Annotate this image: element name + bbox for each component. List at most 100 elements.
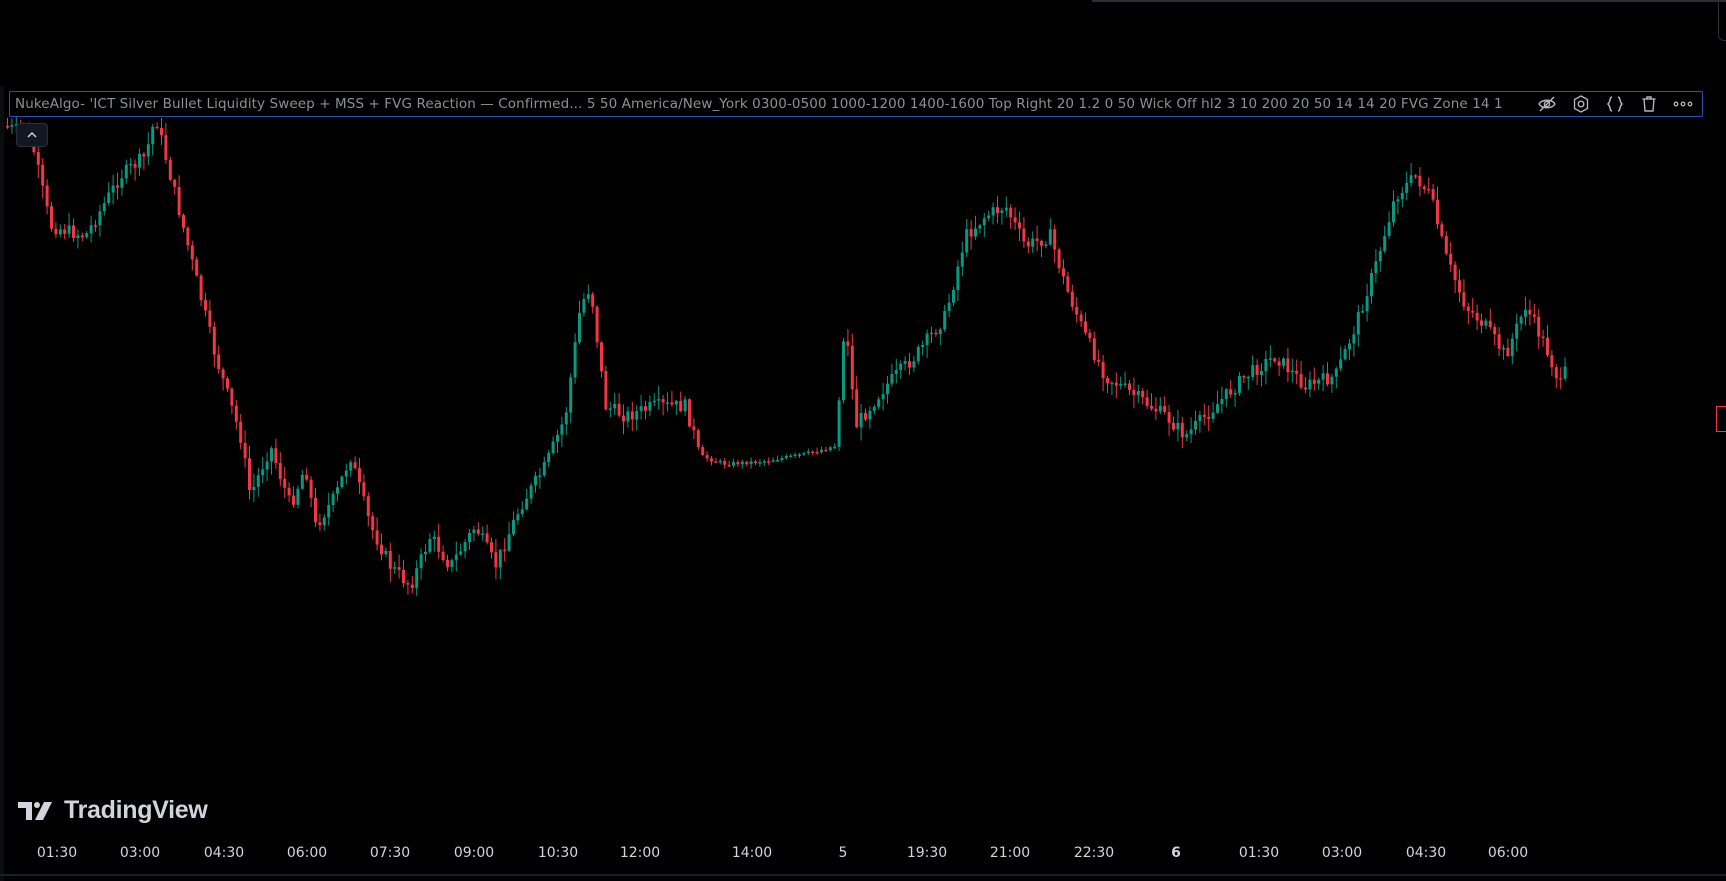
hide-indicator-button[interactable]	[1536, 93, 1558, 115]
candle-body	[1084, 321, 1087, 333]
candle-body	[1158, 405, 1162, 412]
candle-body	[124, 164, 128, 179]
candle-body	[1431, 189, 1435, 200]
candle-body	[1097, 360, 1101, 362]
candle-body	[987, 215, 991, 219]
candle-body	[1484, 320, 1488, 326]
candle-body	[1444, 236, 1448, 254]
candle-body	[938, 329, 942, 334]
candle-body	[1128, 383, 1131, 390]
candle-body	[494, 552, 498, 568]
candle-body	[1141, 391, 1145, 398]
candle-body	[58, 229, 62, 235]
candle-body	[1277, 361, 1281, 366]
candle-body	[529, 485, 533, 499]
candle-body	[758, 462, 762, 464]
candle-body	[956, 266, 960, 290]
candle-body	[1440, 224, 1444, 237]
candle-body	[1400, 192, 1404, 200]
candle-body	[736, 462, 740, 465]
candle-body	[569, 377, 573, 413]
candle-body	[217, 354, 221, 370]
candle-body	[133, 163, 137, 168]
candle-body	[793, 454, 797, 456]
candle-body	[934, 332, 938, 335]
candlestick-chart[interactable]	[4, 86, 1726, 828]
candle-body	[578, 312, 581, 343]
candle-body	[397, 567, 401, 570]
candle-body	[1330, 376, 1334, 385]
time-axis-label: 10:30	[537, 845, 579, 861]
candle-body	[767, 461, 771, 463]
candle-body	[1114, 382, 1118, 386]
candle-body	[507, 534, 511, 551]
candle-body	[542, 462, 546, 476]
tradingview-logo[interactable]: TradingView	[18, 796, 208, 825]
candle-body	[564, 412, 568, 425]
candle-body	[85, 233, 89, 238]
candle-body	[573, 342, 577, 378]
candle-body	[1365, 296, 1369, 312]
candle-body	[1356, 312, 1360, 335]
candle-body	[1264, 358, 1268, 371]
candle-body	[696, 430, 700, 448]
candle-body	[199, 275, 203, 301]
candle-body	[300, 474, 304, 489]
candle-body	[1524, 309, 1527, 317]
candle-body	[1418, 175, 1422, 187]
candle-body	[1550, 355, 1554, 368]
candle-body	[498, 549, 502, 568]
candle-body	[472, 529, 476, 533]
candle-body	[1414, 175, 1417, 177]
candle-body	[1119, 384, 1123, 386]
candle-body	[450, 560, 454, 567]
chart-pane[interactable]	[4, 86, 1726, 828]
candle-body	[1145, 397, 1149, 406]
candle-body	[991, 207, 995, 216]
candle-body	[705, 455, 709, 459]
indicator-settings-button[interactable]	[1570, 93, 1592, 115]
candle-body	[846, 341, 850, 346]
candle-body	[1506, 347, 1510, 356]
candle-body	[371, 516, 375, 531]
indicator-legend[interactable]: NukeAlgo- 'ICT Silver Bullet Liquidity S…	[9, 91, 1703, 117]
candle-body	[745, 461, 749, 465]
top-toolbar-area	[0, 0, 1726, 86]
candle-body	[903, 361, 907, 364]
candle-body	[1216, 404, 1219, 413]
candle-body	[446, 560, 449, 567]
candle-body	[1532, 314, 1536, 317]
remove-indicator-button[interactable]	[1638, 93, 1660, 115]
top-divider	[1092, 0, 1726, 2]
candle-body	[1048, 229, 1052, 245]
candle-body	[727, 464, 731, 467]
candle-body	[340, 476, 344, 488]
indicator-name[interactable]: NukeAlgo- 'ICT Silver Bullet Liquidity S…	[15, 96, 587, 112]
candle-body	[120, 178, 124, 188]
candle-body	[1374, 261, 1378, 273]
candle-body	[168, 159, 172, 180]
candle-body	[1224, 389, 1228, 399]
candle-body	[1251, 364, 1255, 377]
candle-body	[503, 549, 507, 552]
candle-body	[1497, 334, 1501, 349]
candle-body	[674, 400, 678, 405]
more-options-button[interactable]	[1672, 93, 1694, 115]
candle-body	[1167, 412, 1171, 423]
candle-body	[327, 505, 331, 518]
time-axis-label: 21:00	[989, 845, 1031, 861]
source-code-button[interactable]	[1604, 93, 1626, 115]
indicator-title[interactable]: NukeAlgo- 'ICT Silver Bullet Liquidity S…	[10, 96, 1536, 112]
candle-body	[872, 406, 876, 411]
candle-body	[366, 496, 370, 517]
candle-body	[138, 153, 141, 168]
candle-body	[1070, 291, 1074, 307]
candle-body	[146, 144, 150, 157]
candle-body	[1343, 349, 1347, 360]
chevron-up-icon	[27, 131, 37, 138]
collapse-legend-button[interactable]	[16, 123, 48, 147]
time-axis-label: 06:00	[1487, 845, 1529, 861]
candle-body	[54, 228, 58, 235]
candle-body	[1528, 309, 1532, 315]
time-axis-label: 01:30	[36, 845, 78, 861]
